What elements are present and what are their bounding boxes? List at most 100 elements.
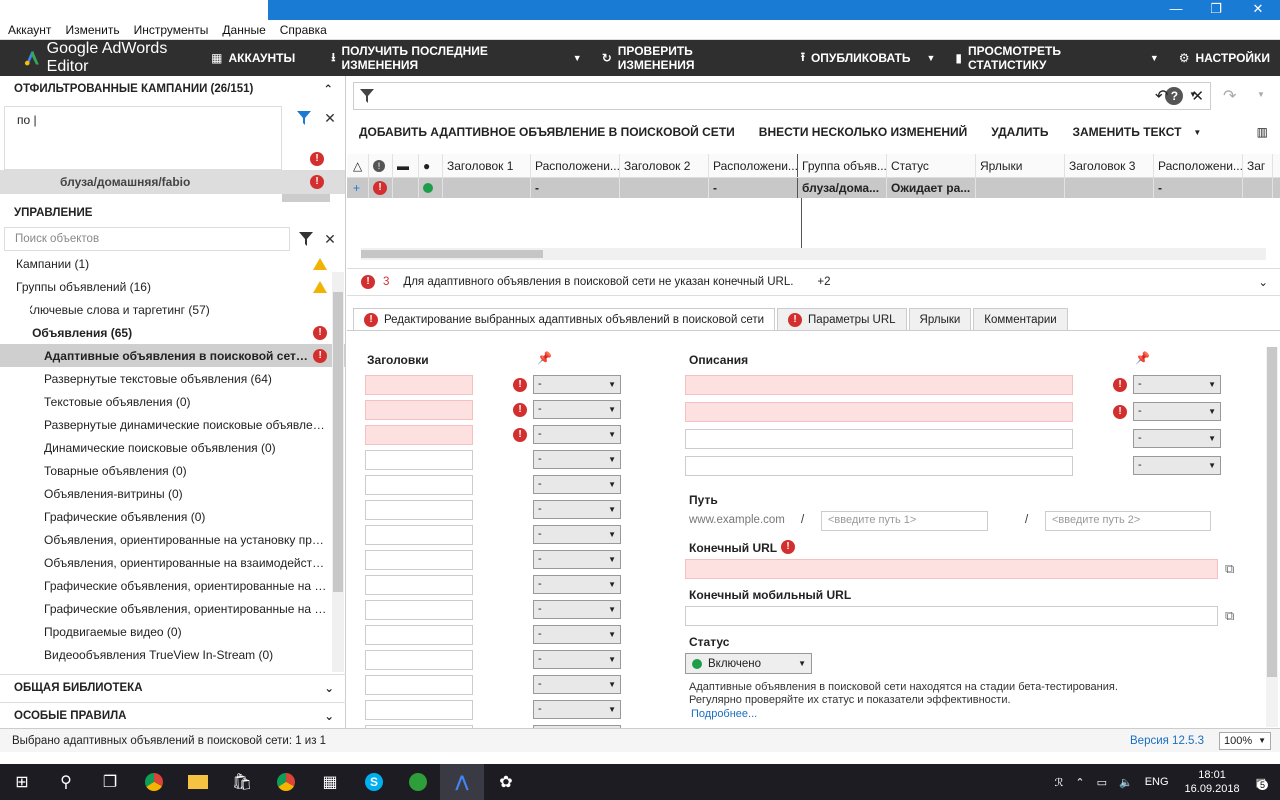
rules-header[interactable]: ОСОБЫЕ ПРАВИЛА ⌄ [0,702,346,728]
grid-horizontal-scrollbar[interactable] [361,248,1266,260]
sidebar-tree-item[interactable]: ⌄Объявления (65)! [0,321,345,344]
chrome-icon[interactable] [264,764,308,800]
menu-data[interactable]: Данные [222,23,265,37]
replace-text-button[interactable]: ЗАМЕНИТЬ ТЕКСТ [1060,125,1193,139]
menu-edit[interactable]: Изменить [65,23,119,37]
table-cell[interactable] [1243,178,1273,198]
minimize-button[interactable]: — [1156,0,1196,20]
description-input[interactable] [685,375,1073,395]
columns-icon[interactable]: ▥ [1257,125,1268,139]
app-icon[interactable]: ✿ [484,764,528,800]
tree-scroll-thumb[interactable] [333,292,343,592]
table-cell[interactable]: - [1154,178,1243,198]
windows-start-icon[interactable]: ⊞ [0,764,44,800]
sidebar-tree-item[interactable]: Видеообъявления TrueView In-Stream (0) [0,643,345,666]
plus-icon[interactable]: + [347,178,369,198]
comment-col-icon[interactable]: ▬ [393,154,419,177]
headline-input[interactable] [365,650,473,670]
object-search-input[interactable]: Поиск объектов [4,227,290,251]
stats-dropdown[interactable]: ▼ [1144,53,1169,63]
chevron-down-icon[interactable]: ⌄ [324,681,334,695]
col-header[interactable]: Группа объяв... [798,154,887,177]
clock[interactable]: 18:01 16.09.2018 [1185,768,1240,796]
sidebar-tree-item[interactable]: Графические объявления, ориентированные … [0,597,345,620]
chrome-icon[interactable] [132,764,176,800]
maximize-button[interactable]: ❐ [1196,0,1236,20]
filter-icon[interactable] [294,227,318,251]
menu-account[interactable]: Аккаунт [8,23,51,37]
description-input[interactable] [685,456,1073,476]
col-header[interactable]: Расположени... [531,154,620,177]
pin-position-select[interactable]: -▼ [533,525,621,544]
publish-button[interactable]: ⭱ ОПУБЛИКОВАТЬ [791,40,921,76]
headline-input[interactable] [365,550,473,570]
error-col-icon[interactable]: ! [369,154,393,177]
table-cell[interactable] [620,178,709,198]
headline-input[interactable] [365,625,473,645]
pin-position-select[interactable]: -▼ [533,500,621,519]
path2-input[interactable]: <введите путь 2> [1045,511,1211,531]
clear-filter-icon[interactable]: ✕ [318,106,342,130]
pin-position-select[interactable]: -▼ [533,700,621,719]
open-link-icon[interactable]: ⧉ [1225,561,1234,577]
get-changes-dropdown[interactable]: ▼ [567,53,592,63]
tree-scrollbar[interactable] [332,272,344,672]
triangle-icon[interactable]: △ [347,154,369,177]
delete-button[interactable]: УДАЛИТЬ [979,125,1060,139]
table-row[interactable]: + ! - - блуза/дома... Ожидает ра... - [347,178,1280,198]
tab-edit-ads[interactable]: ! Редактирование выбранных адаптивных объ… [353,308,776,330]
stats-button[interactable]: ▮ ПРОСМОТРЕТЬ СТАТИСТИКУ [945,40,1143,76]
tab-url-params[interactable]: ! Параметры URL [777,308,907,330]
multi-edit-button[interactable]: ВНЕСТИ НЕСКОЛЬКО ИЗМЕНЕНИЙ [747,125,979,139]
sidebar-tree-item[interactable]: Объявления, ориентированные на установку… [0,528,345,551]
pin-position-select[interactable]: -▼ [533,650,621,669]
menu-tools[interactable]: Инструменты [134,23,209,37]
pin-position-select[interactable]: -▼ [1133,429,1221,448]
col-header[interactable]: Ярлыки [976,154,1065,177]
headline-input[interactable] [365,425,473,445]
campaign-filter-input[interactable]: по | [4,106,282,170]
chevron-up-icon[interactable]: ⌃ [1075,776,1084,789]
table-cell[interactable]: блуза/дома... [798,178,887,198]
sidebar-tree-item[interactable]: Развернутые текстовые объявления (64) [0,367,345,390]
headline-input[interactable] [365,575,473,595]
col-header[interactable]: Статус [887,154,976,177]
description-input[interactable] [685,402,1073,422]
task-view-icon[interactable]: ❐ [88,764,132,800]
pin-position-select[interactable]: -▼ [533,675,621,694]
accounts-button[interactable]: ▦ АККАУНТЫ [201,40,305,76]
chevron-down-icon[interactable]: ⌄ [324,709,334,723]
headline-input[interactable] [365,600,473,620]
menu-help[interactable]: Справка [280,23,327,37]
tab-labels[interactable]: Ярлыки [908,308,972,330]
sidebar-tree-item[interactable]: Объявления, ориентированные на взаимодей… [0,551,345,574]
pin-position-select[interactable]: -▼ [533,625,621,644]
mobile-url-input[interactable] [685,606,1218,626]
chevron-down-icon[interactable]: ⌄ [1258,275,1268,289]
pin-position-select[interactable]: -▼ [533,425,621,444]
sidebar-tree-item[interactable]: Текстовые объявления (0) [0,390,345,413]
filter-icon[interactable] [360,89,374,103]
description-input[interactable] [685,429,1073,449]
table-cell[interactable] [443,178,531,198]
pin-position-select[interactable]: -▼ [533,600,621,619]
col-header[interactable]: Расположени... [1154,154,1243,177]
grid-filter-bar[interactable]: ? ✕ [353,82,1211,110]
open-link-icon[interactable]: ⧉ [1225,608,1234,624]
sidebar-tree-item[interactable]: Кампании (1) [0,252,345,275]
table-cell[interactable]: Ожидает ра... [887,178,976,198]
col-header[interactable]: Заголовок 1 [443,154,531,177]
search-icon[interactable]: ⚲ [44,764,88,800]
library-header[interactable]: ОБЩАЯ БИБЛИОТЕКА ⌄ [0,674,346,700]
scroll-thumb[interactable] [1267,347,1277,677]
status-select[interactable]: Включено ▼ [685,653,812,674]
sidebar-tree-item[interactable]: Продвигаемые видео (0) [0,620,345,643]
editor-scrollbar[interactable] [1266,347,1278,727]
col-header[interactable]: Заг [1243,154,1273,177]
settings-button[interactable]: ⚙ НАСТРОЙКИ [1169,40,1280,76]
headline-input[interactable] [365,450,473,470]
volume-icon[interactable]: 🔈 [1119,776,1133,789]
clear-search-icon[interactable]: ✕ [318,227,342,251]
tab-comments[interactable]: Комментарии [973,308,1068,330]
status-col-icon[interactable]: ● [419,154,443,177]
